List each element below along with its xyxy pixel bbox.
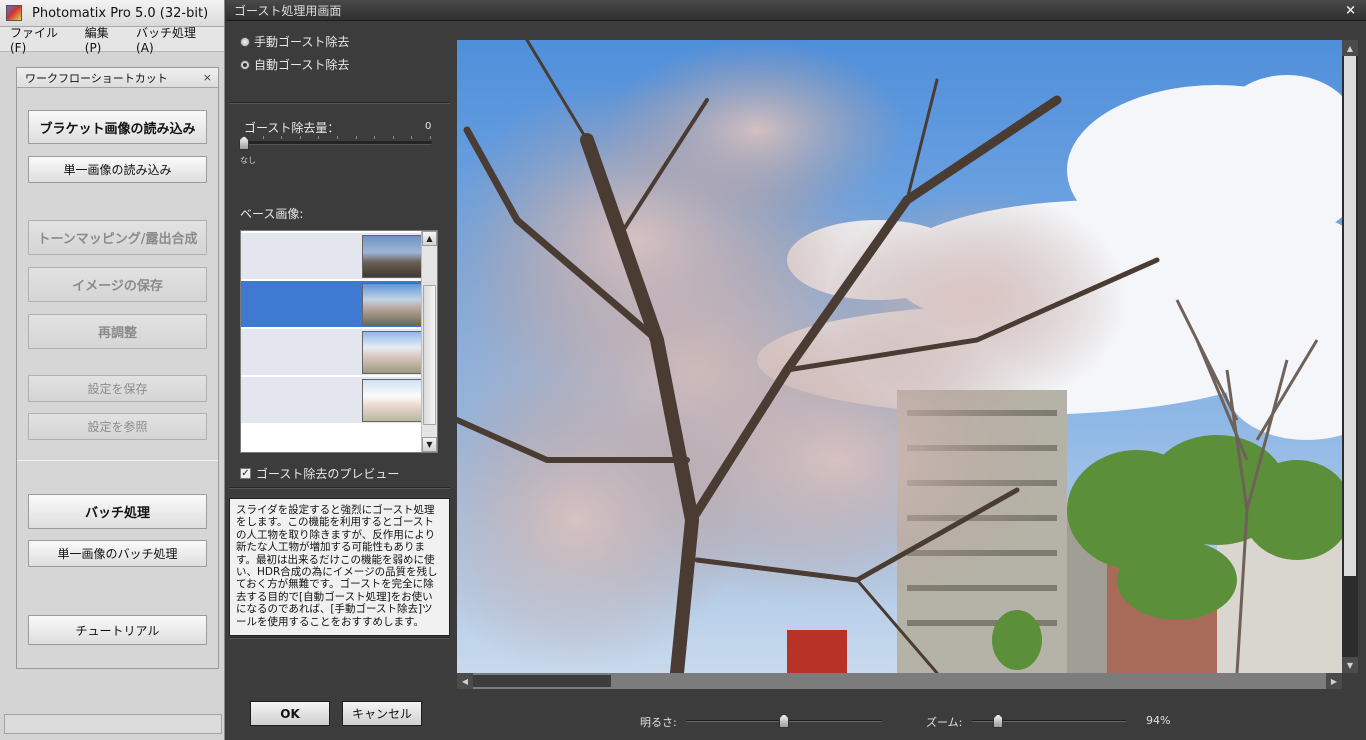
slider-tick bbox=[299, 136, 301, 139]
workflow-title: ワークフローショートカット bbox=[25, 71, 168, 85]
base-image-thumbnail bbox=[362, 331, 422, 374]
batch-single-button[interactable]: 単一画像のバッチ処理 bbox=[28, 540, 207, 567]
load-settings-button[interactable]: 設定を参照 bbox=[28, 413, 207, 440]
separator bbox=[229, 102, 450, 104]
slider-tick bbox=[430, 136, 431, 139]
load-single-button[interactable]: 単一画像の読み込み bbox=[28, 156, 207, 183]
ghost-amount-slider-thumb[interactable] bbox=[239, 136, 249, 150]
manual-ghost-radio-row[interactable]: 手動ゴースト除去 bbox=[240, 33, 349, 50]
ghost-preview-label: ゴースト除去のプレビュー bbox=[256, 467, 400, 481]
auto-ghost-label: 自動ゴースト除去 bbox=[254, 58, 350, 72]
cherry-blossom-photo bbox=[457, 40, 1342, 673]
scroll-left-icon[interactable]: ◀ bbox=[457, 673, 473, 689]
load-bracket-button[interactable]: ブラケット画像の読み込み bbox=[28, 110, 207, 144]
scroll-right-icon[interactable]: ▶ bbox=[1326, 673, 1342, 689]
close-icon[interactable]: × bbox=[1345, 3, 1356, 18]
ghost-preview-checkbox-row[interactable]: ✓ ゴースト除去のプレビュー bbox=[240, 465, 399, 482]
tonemap-button[interactable]: トーンマッピング/露出合成 bbox=[28, 220, 207, 255]
menu-bar: ファイル(F) 編集(P) バッチ処理(A) bbox=[0, 24, 224, 55]
app-title: Photomatix Pro 5.0 (32-bit) bbox=[32, 5, 209, 21]
ghost-dialog-title-bar: ゴースト処理用画面 × bbox=[226, 0, 1366, 21]
zoom-value: 94% bbox=[1146, 714, 1171, 727]
workflow-shortcuts-panel: ワークフローショートカット × ブラケット画像の読み込み 単一画像の読み込み ト… bbox=[16, 67, 219, 669]
readjust-button[interactable]: 再調整 bbox=[28, 314, 207, 349]
separator bbox=[229, 487, 450, 489]
base-image-thumbnail bbox=[362, 235, 422, 278]
ok-button[interactable]: OK bbox=[250, 701, 330, 726]
base-image-thumbnail bbox=[362, 379, 422, 422]
manual-ghost-label: 手動ゴースト除去 bbox=[254, 35, 350, 49]
scroll-down-icon[interactable]: ▼ bbox=[422, 437, 437, 452]
preview-vertical-scroll-thumb[interactable] bbox=[1344, 56, 1356, 576]
ghost-dialog: ゴースト処理用画面 × 手動ゴースト除去 自動ゴースト除去 ゴースト除去量： 0… bbox=[226, 0, 1366, 740]
menu-edit[interactable]: 編集(P) bbox=[85, 24, 125, 55]
brightness-label: 明るさ: bbox=[640, 716, 677, 729]
ghost-amount-min-label: なし bbox=[240, 156, 256, 165]
status-bar bbox=[4, 714, 222, 734]
ghost-preview-checkbox[interactable]: ✓ bbox=[240, 468, 251, 479]
tutorial-button[interactable]: チュートリアル bbox=[28, 615, 207, 645]
zoom-label: ズーム: bbox=[926, 716, 963, 729]
auto-ghost-radio[interactable] bbox=[240, 59, 250, 70]
base-list-scrollbar[interactable]: ▲ ▼ bbox=[421, 231, 437, 452]
base-image-thumbnail bbox=[362, 283, 422, 326]
workflow-header: ワークフローショートカット × bbox=[17, 68, 218, 88]
ghost-dialog-title: ゴースト処理用画面 bbox=[234, 3, 342, 18]
separator bbox=[229, 637, 450, 639]
base-image-list[interactable]: ▲ ▼ bbox=[240, 230, 438, 453]
auto-ghost-radio-row[interactable]: 自動ゴースト除去 bbox=[240, 56, 349, 73]
main-window: Photomatix Pro 5.0 (32-bit) ファイル(F) 編集(P… bbox=[0, 0, 225, 740]
zoom-slider-thumb[interactable] bbox=[993, 714, 1004, 728]
batch-button[interactable]: バッチ処理 bbox=[28, 494, 207, 529]
preview-horizontal-scroll-thumb[interactable] bbox=[473, 675, 611, 687]
brightness-slider-thumb[interactable] bbox=[779, 714, 789, 728]
base-image-item[interactable] bbox=[241, 377, 422, 424]
help-text-box: スライダを設定すると強烈にゴースト処理をします。この機能を利用するとゴーストの人… bbox=[229, 498, 450, 636]
slider-tick bbox=[355, 136, 357, 139]
slider-tick bbox=[262, 136, 264, 139]
base-image-item[interactable] bbox=[241, 329, 422, 376]
workflow-divider bbox=[17, 460, 218, 461]
save-settings-button[interactable]: 設定を保存 bbox=[28, 375, 207, 402]
slider-tick bbox=[337, 136, 338, 139]
slider-tick bbox=[318, 136, 320, 139]
manual-ghost-radio[interactable] bbox=[240, 36, 250, 47]
scroll-down-icon[interactable]: ▼ bbox=[1342, 657, 1358, 673]
ghost-amount-slider[interactable] bbox=[242, 141, 432, 145]
ghost-amount-value: 0 bbox=[425, 121, 432, 132]
close-icon[interactable]: × bbox=[203, 71, 212, 84]
cancel-button[interactable]: キャンセル bbox=[342, 701, 422, 726]
scroll-up-icon[interactable]: ▲ bbox=[422, 231, 437, 246]
menu-file[interactable]: ファイル(F) bbox=[10, 24, 74, 55]
menu-batch[interactable]: バッチ処理(A) bbox=[136, 24, 213, 55]
slider-tick bbox=[392, 136, 394, 139]
base-image-item[interactable] bbox=[241, 233, 422, 280]
slider-tick bbox=[411, 136, 413, 139]
ghost-amount-label: ゴースト除去量： bbox=[244, 121, 340, 135]
preview-horizontal-scrollbar[interactable]: ◀ ▶ bbox=[457, 673, 1342, 689]
base-image-label: ベース画像: bbox=[240, 207, 304, 221]
base-list-scroll-thumb[interactable] bbox=[423, 285, 436, 425]
save-image-button[interactable]: イメージの保存 bbox=[28, 267, 207, 302]
preview-image[interactable] bbox=[457, 40, 1342, 673]
slider-tick bbox=[374, 136, 376, 139]
slider-tick bbox=[281, 136, 283, 139]
base-image-item-selected[interactable] bbox=[241, 281, 422, 328]
scroll-up-icon[interactable]: ▲ bbox=[1342, 40, 1358, 56]
photomatix-app-icon bbox=[6, 5, 22, 21]
preview-vertical-scrollbar[interactable]: ▲ ▼ bbox=[1342, 40, 1358, 673]
